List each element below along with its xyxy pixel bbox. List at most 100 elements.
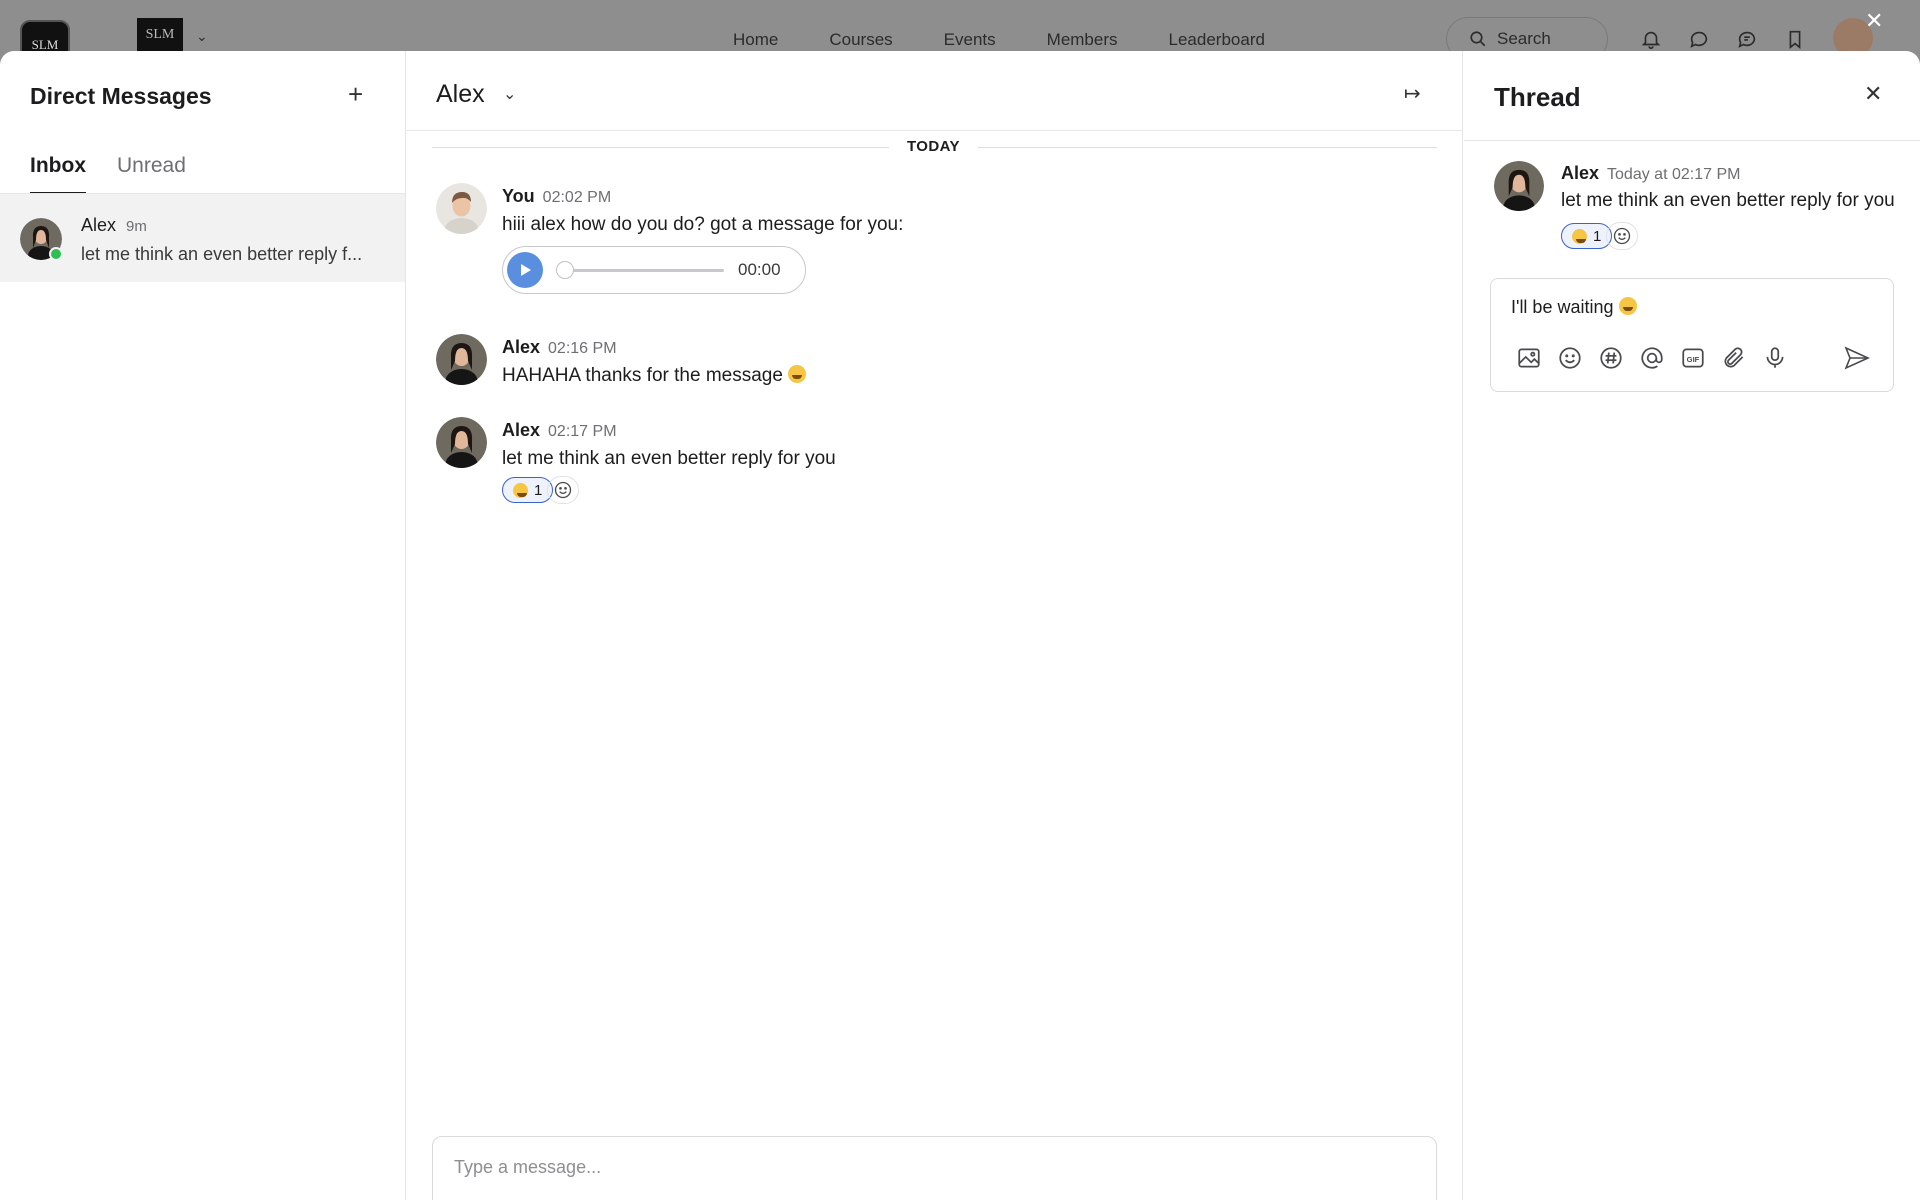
message-header: Alex 02:17 PM (502, 420, 617, 441)
message-header: Alex 02:16 PM (502, 337, 617, 358)
conversation-name: Alex 9m (81, 215, 147, 236)
attach-file-button[interactable] (1721, 345, 1747, 376)
smirk-emoji-icon (1618, 297, 1637, 315)
message-time: 02:17 PM (548, 423, 617, 440)
search-label: Search (1497, 29, 1551, 48)
conversation-name-text: Alex (81, 215, 117, 235)
bookmark-icon (1789, 30, 1801, 49)
conversation-time: 9m (126, 218, 147, 235)
reply-text-value: I'll be waiting (1511, 297, 1614, 317)
direct-messages-sidebar: Direct Messages + Inbox Unread Alex 9m le… (0, 51, 406, 1200)
nav-home[interactable]: Home (733, 30, 778, 50)
sidebar-title: Direct Messages (30, 83, 212, 109)
main-nav: Home Courses Events Members Leaderboard (733, 30, 1265, 50)
gif-icon: GIF (1682, 348, 1704, 368)
tab-unread[interactable]: Unread (117, 154, 186, 195)
thread-reply-composer[interactable]: I'll be waiting GIF (1490, 278, 1894, 392)
audio-duration: 00:00 (738, 260, 781, 279)
message-author: Alex (502, 420, 541, 440)
thread-message-header: Alex Today at 02:17 PM (1561, 163, 1740, 184)
collapse-panel-icon[interactable]: ↦ (1404, 81, 1421, 106)
nav-courses[interactable]: Courses (829, 30, 892, 50)
audio-progress-track[interactable] (560, 269, 724, 272)
sidebar-tabs: Inbox Unread (30, 154, 186, 195)
send-button[interactable] (1843, 345, 1871, 376)
audio-scrubber-handle[interactable] (556, 261, 574, 279)
message-text: HAHAHA thanks for the message (502, 365, 783, 386)
add-reaction-button[interactable] (1606, 222, 1638, 250)
reaction-chip[interactable]: 1 (502, 477, 554, 503)
avatar (436, 417, 487, 468)
composer-toolbar: GIF (1516, 345, 1788, 376)
smiley-icon (1559, 347, 1581, 369)
compose-placeholder: Type a message... (454, 1157, 602, 1177)
community-switcher-logo[interactable]: SLM (137, 18, 183, 52)
message-author: Alex (502, 337, 541, 357)
message-header: You 02:02 PM (502, 186, 611, 207)
logo-small-text: SLM (145, 27, 175, 42)
message-text-row: HAHAHA thanks for the message (502, 365, 807, 387)
message-time: 02:02 PM (542, 189, 612, 206)
plus-icon[interactable]: + (348, 79, 363, 110)
play-icon (521, 264, 531, 276)
chat-contact-name[interactable]: Alex (436, 80, 485, 109)
thread-title: Thread (1494, 82, 1581, 112)
reaction-count: 1 (1593, 227, 1602, 245)
message-time: 02:16 PM (548, 340, 617, 357)
microphone-icon (1766, 347, 1784, 368)
chat-panel: Alex ⌄ ↦ TODAY You 02:02 PM hiii alex how… (406, 51, 1463, 1200)
mention-icon (1641, 347, 1663, 369)
day-label: TODAY (889, 138, 978, 155)
smiley-add-icon (1613, 227, 1631, 245)
thread-header: Thread ✕ (1464, 51, 1920, 141)
smirk-emoji-icon (513, 482, 528, 498)
chat-icon (1690, 31, 1708, 48)
nav-events[interactable]: Events (944, 30, 996, 50)
voice-message-button[interactable] (1762, 345, 1788, 376)
smiley-add-icon (554, 481, 572, 499)
attach-image-button[interactable] (1516, 345, 1542, 376)
messages-modal: Direct Messages + Inbox Unread Alex 9m le… (0, 51, 1920, 1200)
message-author: You (502, 186, 535, 206)
close-icon[interactable]: ✕ (1864, 81, 1882, 107)
hashtag-icon (1600, 347, 1622, 369)
avatar (436, 334, 487, 385)
gif-label: GIF (1687, 355, 1700, 364)
search-icon (1470, 31, 1486, 47)
avatar (1494, 161, 1544, 211)
emoji-button[interactable] (1557, 345, 1583, 376)
add-reaction-button[interactable] (547, 476, 579, 504)
play-button[interactable] (507, 252, 543, 288)
send-icon (1844, 346, 1870, 370)
conversation-preview: let me think an even better reply f... (81, 244, 363, 264)
paperclip-icon (1724, 347, 1744, 368)
top-navigation-bar: SLM SLM ⌄ Home Courses Events Members Le… (0, 0, 1920, 70)
bell-icon (1641, 31, 1661, 49)
thread-message-time: Today at 02:17 PM (1607, 166, 1741, 183)
chat-header: Alex ⌄ ↦ (406, 51, 1463, 131)
laughing-emoji-icon (788, 365, 807, 383)
close-icon[interactable]: ✕ (1865, 10, 1883, 32)
message-composer[interactable]: Type a message... (432, 1136, 1437, 1200)
thread-message-author: Alex (1561, 163, 1600, 183)
smirk-emoji-icon (1572, 228, 1587, 244)
chevron-down-icon[interactable]: ⌄ (503, 84, 516, 104)
conversation-item-alex[interactable]: Alex 9m let me think an even better reply… (0, 194, 405, 282)
online-status-indicator (49, 247, 63, 261)
nav-leaderboard[interactable]: Leaderboard (1169, 30, 1265, 50)
tab-inbox[interactable]: Inbox (30, 154, 86, 195)
audio-player: 00:00 (502, 246, 806, 294)
reaction-count: 1 (534, 481, 543, 499)
reply-input-text: I'll be waiting (1511, 297, 1637, 318)
avatar (436, 183, 487, 234)
mention-button[interactable] (1639, 345, 1665, 376)
message-text: let me think an even better reply for yo… (502, 448, 836, 469)
image-icon (1518, 348, 1540, 368)
reaction-chip[interactable]: 1 (1561, 223, 1613, 249)
chevron-down-icon[interactable]: ⌄ (196, 28, 208, 45)
message-text: hiii alex how do you do? got a message f… (502, 214, 904, 235)
channel-tag-button[interactable] (1598, 345, 1624, 376)
thread-panel: Thread ✕ Alex Today at 02:17 PM let me th… (1464, 51, 1920, 1200)
gif-button[interactable]: GIF (1680, 345, 1706, 376)
nav-members[interactable]: Members (1047, 30, 1118, 50)
